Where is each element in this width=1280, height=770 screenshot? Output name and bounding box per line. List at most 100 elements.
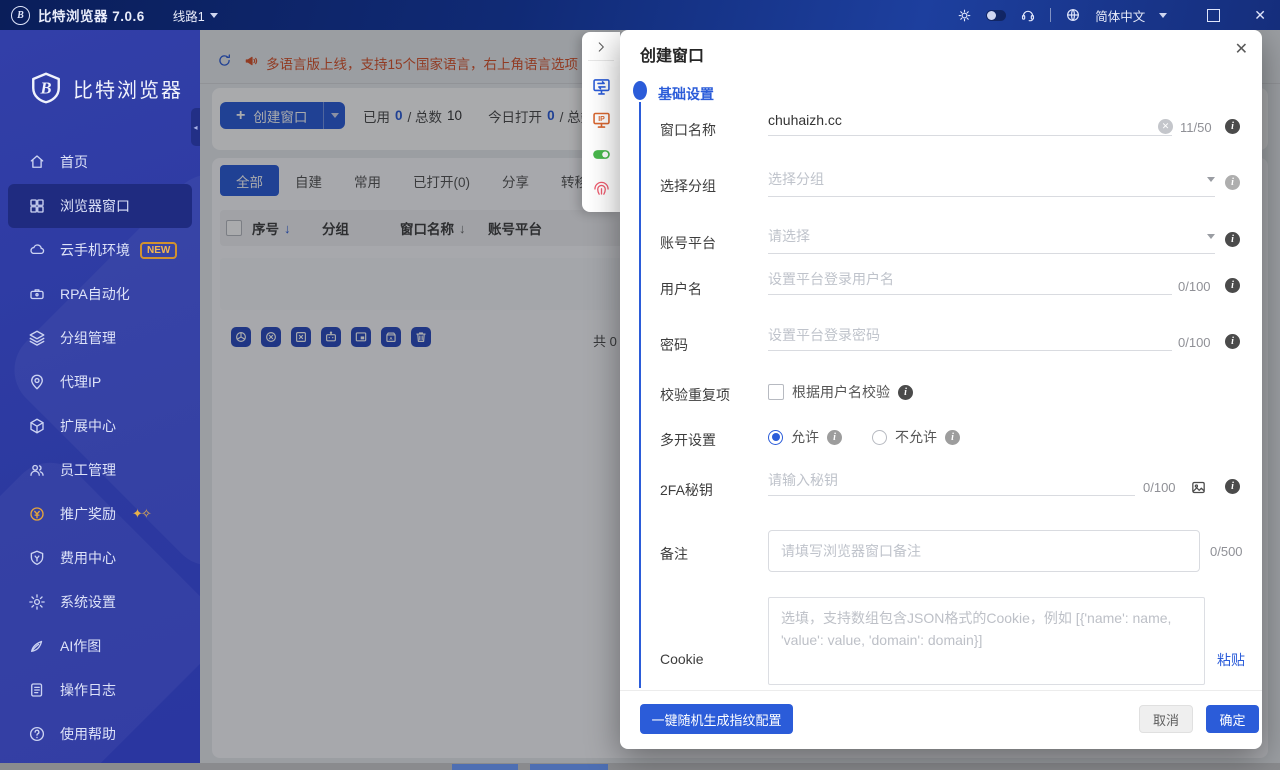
close-icon[interactable]: ✕ <box>1235 42 1248 58</box>
remark-counter: 0/500 <box>1210 544 1243 559</box>
sidebar-item-rpa[interactable]: RPA自动化 <box>0 272 200 316</box>
shield-icon <box>28 549 46 567</box>
sidebar-item-group-management[interactable]: 分组管理 <box>0 316 200 360</box>
cloud-icon <box>28 241 46 259</box>
sidebar-item-ai-drawing[interactable]: AI作图 <box>0 624 200 668</box>
sparkle-icon: ✦✧ <box>132 506 152 521</box>
twofa-input[interactable] <box>768 472 1135 496</box>
paste-link[interactable]: 粘贴 <box>1217 650 1245 670</box>
sidebar-item-staff-management[interactable]: 员工管理 <box>0 448 200 492</box>
dup-check-checkbox[interactable] <box>768 384 784 400</box>
expand-icon[interactable] <box>594 40 608 54</box>
platform-label: 账号平台 <box>660 235 716 251</box>
info-icon[interactable]: i <box>1225 232 1240 247</box>
chevron-down-icon <box>209 12 218 18</box>
sidebar-item-cloud-phone[interactable]: 云手机环境 NEW <box>0 228 200 272</box>
password-label: 密码 <box>660 337 688 353</box>
info-icon[interactable]: i <box>1225 175 1240 190</box>
grid-windows-icon <box>28 197 46 215</box>
deny-radio[interactable] <box>872 429 887 445</box>
ip-check-icon[interactable] <box>591 110 612 131</box>
layers-icon <box>28 329 46 347</box>
username-input[interactable] <box>768 271 1172 295</box>
window-name-input[interactable] <box>768 112 1172 136</box>
remark-input[interactable] <box>768 530 1200 572</box>
modal-title: 创建窗口 <box>640 48 705 65</box>
generate-fingerprint-button[interactable]: 一键随机生成指纹配置 <box>640 704 793 734</box>
sidebar-item-label: RPA自动化 <box>60 286 130 302</box>
sidebar-item-label: 使用帮助 <box>60 726 116 742</box>
cookie-input[interactable] <box>768 597 1205 685</box>
cube-icon <box>28 417 46 435</box>
sidebar-item-label: AI作图 <box>60 638 102 654</box>
window-name-counter: 11/50 <box>1180 120 1212 135</box>
info-icon[interactable]: i <box>1225 479 1240 494</box>
brand-name: 比特浏览器 <box>73 79 183 102</box>
sidebar-item-help[interactable]: 使用帮助 <box>0 712 200 756</box>
platform-select[interactable]: 请选择 <box>768 226 1215 254</box>
create-window-modal: 创建窗口 ✕ 基础设置 窗口名称 ✕ 11/50 i 选择分组 选择分组 i 账… <box>620 30 1262 749</box>
info-icon[interactable]: i <box>945 429 960 445</box>
sidebar-item-home[interactable]: 首页 <box>0 140 200 184</box>
info-icon[interactable]: i <box>1225 334 1240 349</box>
quick-access-panel <box>582 32 620 212</box>
twofa-counter: 0/100 <box>1143 480 1176 495</box>
sidebar-item-label: 系统设置 <box>60 594 116 610</box>
section-guide-line <box>639 102 641 688</box>
info-icon[interactable]: i <box>898 384 913 400</box>
sidebar-item-system-settings[interactable]: 系统设置 <box>0 580 200 624</box>
confirm-button[interactable]: 确定 <box>1206 705 1259 733</box>
chevron-down-icon <box>1207 176 1215 182</box>
cookie-label: Cookie <box>660 651 704 667</box>
theme-sun-icon[interactable] <box>957 8 972 23</box>
sidebar-item-label: 员工管理 <box>60 462 116 478</box>
rpa-case-icon <box>28 285 46 303</box>
cancel-button[interactable]: 取消 <box>1139 705 1193 733</box>
clear-input-icon[interactable]: ✕ <box>1158 119 1173 134</box>
proxy-toggle-icon[interactable] <box>591 144 612 165</box>
sidebar-item-label: 扩展中心 <box>60 418 116 434</box>
group-select[interactable]: 选择分组 <box>768 169 1215 197</box>
sidebar-item-operation-logs[interactable]: 操作日志 <box>0 668 200 712</box>
sidebar-item-label: 分组管理 <box>60 330 116 346</box>
section-marker-dot <box>633 81 647 100</box>
language-selector[interactable]: 简体中文 <box>1095 6 1145 25</box>
sidebar-item-label: 代理IP <box>60 374 102 390</box>
sidebar-item-billing-center[interactable]: 费用中心 <box>0 536 200 580</box>
close-window-button[interactable]: ✕ <box>1254 8 1266 22</box>
group-label: 选择分组 <box>660 178 716 194</box>
gear-icon <box>28 593 46 611</box>
sidebar-item-extension-center[interactable]: 扩展中心 <box>0 404 200 448</box>
divider <box>588 60 614 61</box>
chevron-down-icon <box>1207 233 1215 239</box>
fingerprint-icon[interactable] <box>591 178 612 199</box>
maximize-button[interactable] <box>1207 8 1221 22</box>
theme-toggle[interactable] <box>986 9 1007 21</box>
sidebar-item-promotion-rewards[interactable]: 推广奖励 ✦✧ <box>0 492 200 536</box>
window-sync-icon[interactable] <box>591 76 612 97</box>
brand-shield-icon <box>28 70 64 106</box>
sidebar-item-proxy-ip[interactable]: 代理IP <box>0 360 200 404</box>
app-title: 比特浏览器 7.0.6 <box>38 9 145 24</box>
sidebar-item-label: 推广奖励 <box>60 506 116 522</box>
info-icon[interactable]: i <box>1225 119 1240 134</box>
allow-label: 允许 <box>791 429 819 445</box>
info-icon[interactable]: i <box>1225 278 1240 293</box>
taskbar-app[interactable] <box>530 764 608 770</box>
remark-label: 备注 <box>660 546 688 562</box>
line-selector[interactable]: 线路1 <box>173 6 218 25</box>
twofa-label: 2FA秘钥 <box>660 482 713 498</box>
info-icon[interactable]: i <box>827 429 842 445</box>
sidebar-item-browser-windows[interactable]: 浏览器窗口 <box>8 184 192 228</box>
home-icon <box>28 153 46 171</box>
taskbar-app[interactable] <box>452 764 518 770</box>
username-counter: 0/100 <box>1178 279 1211 294</box>
platform-placeholder: 请选择 <box>768 228 810 244</box>
window-name-label: 窗口名称 <box>660 122 716 138</box>
allow-radio[interactable] <box>768 429 783 445</box>
password-input[interactable] <box>768 327 1172 351</box>
support-headset-icon[interactable] <box>1020 7 1036 23</box>
image-upload-icon[interactable] <box>1190 479 1207 496</box>
multi-open-row: 允许 i 不允许 i <box>768 427 960 447</box>
location-pin-icon <box>28 373 46 391</box>
